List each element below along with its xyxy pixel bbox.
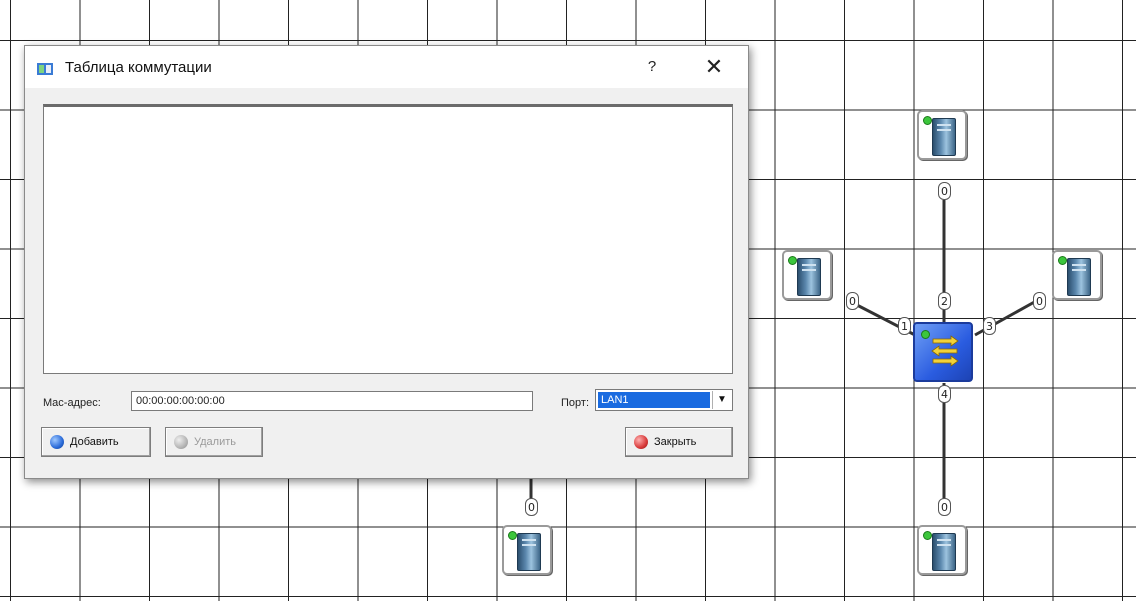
switch-arrows-icon — [931, 335, 959, 367]
delete-button[interactable]: Удалить — [165, 427, 263, 457]
add-button[interactable]: Добавить — [41, 427, 151, 457]
delete-button-label: Удалить — [194, 436, 236, 448]
dialog-titlebar[interactable]: Таблица коммутации ? ✕ — [25, 46, 748, 88]
status-led — [921, 330, 930, 339]
status-led — [788, 256, 797, 265]
server-icon — [932, 533, 956, 571]
server-icon — [932, 118, 956, 156]
mac-address-input[interactable] — [131, 391, 533, 411]
delete-icon — [174, 435, 188, 449]
host-bottom-right[interactable] — [917, 525, 967, 575]
port-label-top-host: 0 — [938, 182, 951, 200]
port-label-bottom-right-host: 0 — [938, 498, 951, 516]
server-icon — [797, 258, 821, 296]
port-select-value: LAN1 — [598, 392, 710, 408]
port-label-switch-1: 1 — [898, 317, 911, 335]
host-left[interactable] — [782, 250, 832, 300]
port-label-switch-4: 4 — [938, 385, 951, 403]
switching-table[interactable] — [43, 104, 733, 374]
host-top[interactable] — [917, 110, 967, 160]
close-icon — [634, 435, 648, 449]
close-window-button[interactable]: ✕ — [701, 55, 727, 79]
switching-table-dialog: Таблица коммутации ? ✕ Mac-адрес: Порт: … — [24, 45, 749, 479]
server-icon — [1067, 258, 1091, 296]
dialog-title: Таблица коммутации — [65, 59, 212, 76]
port-label-switch-3: 3 — [983, 317, 996, 335]
help-button[interactable]: ? — [641, 56, 663, 78]
network-switch[interactable] — [913, 322, 973, 382]
port-label-right-host: 0 — [1033, 292, 1046, 310]
table-icon — [37, 63, 53, 75]
port-label-left-host: 0 — [846, 292, 859, 310]
status-led — [923, 116, 932, 125]
port-label: Порт: — [561, 397, 589, 409]
close-button-label: Закрыть — [654, 436, 697, 448]
chevron-down-icon[interactable]: ▼ — [712, 391, 731, 409]
host-right[interactable] — [1052, 250, 1102, 300]
port-select[interactable]: LAN1 ▼ — [595, 389, 733, 411]
port-label-switch-2: 2 — [938, 292, 951, 310]
status-led — [508, 531, 517, 540]
mac-address-label: Mac-адрес: — [43, 397, 101, 409]
server-icon — [517, 533, 541, 571]
host-bottom-middle[interactable] — [502, 525, 552, 575]
add-button-label: Добавить — [70, 436, 119, 448]
add-icon — [50, 435, 64, 449]
status-led — [1058, 256, 1067, 265]
status-led — [923, 531, 932, 540]
port-label-bottom-middle-host: 0 — [525, 498, 538, 516]
close-button[interactable]: Закрыть — [625, 427, 733, 457]
